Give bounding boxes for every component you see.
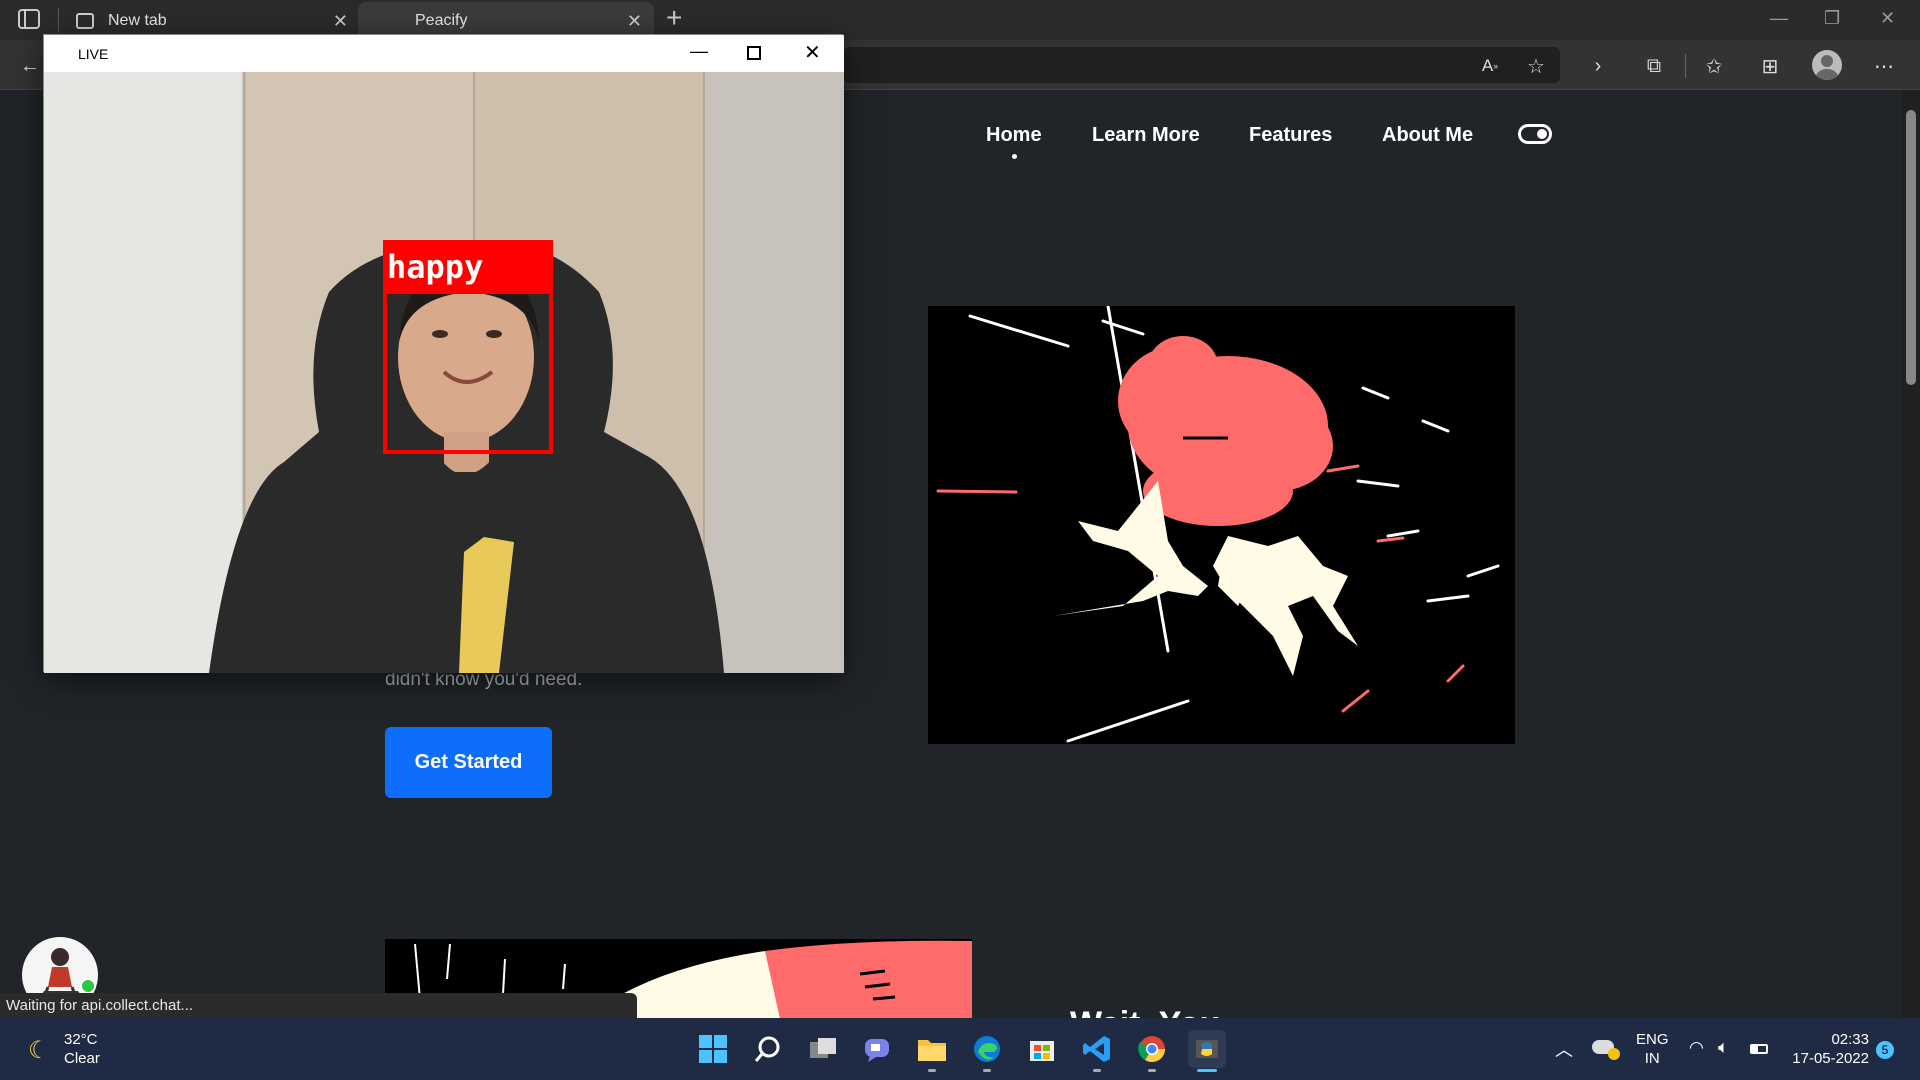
address-bar[interactable] bbox=[844, 47, 1560, 83]
running-indicator bbox=[1148, 1069, 1156, 1072]
clock[interactable]: 02:33 17-05-2022 bbox=[1789, 1030, 1869, 1068]
camera-feed: happy bbox=[44, 72, 844, 673]
extensions-icon[interactable]: ⧉ bbox=[1640, 52, 1668, 80]
nav-about-me[interactable]: About Me bbox=[1382, 124, 1473, 147]
live-camera-window[interactable]: LIVE — ✕ happy bbox=[43, 34, 844, 673]
weather-widget[interactable]: 32°C Clear bbox=[64, 1030, 100, 1068]
scrollbar-thumb[interactable] bbox=[1906, 110, 1916, 385]
battery-icon[interactable] bbox=[1750, 1044, 1768, 1054]
read-aloud-icon[interactable]: A» bbox=[1476, 52, 1504, 80]
restore-icon[interactable]: ❐ bbox=[1824, 8, 1840, 29]
moon-icon: ☾ bbox=[28, 1037, 50, 1064]
wifi-icon[interactable]: ◠ bbox=[1689, 1038, 1704, 1058]
onedrive-warning-icon[interactable] bbox=[1592, 1040, 1620, 1060]
nav-home[interactable]: Home bbox=[986, 124, 1042, 147]
taskbar bbox=[0, 1018, 1920, 1080]
python-icon[interactable] bbox=[1188, 1030, 1226, 1068]
language-line2: IN bbox=[1644, 1050, 1660, 1067]
active-indicator bbox=[1197, 1069, 1217, 1072]
weather-temp: 32°C bbox=[64, 1031, 98, 1048]
chevron-right-icon[interactable]: › bbox=[1584, 52, 1612, 80]
tab-label: Peacify bbox=[415, 12, 468, 29]
minimize-icon[interactable]: — bbox=[1770, 8, 1788, 29]
divider bbox=[58, 8, 59, 32]
close-icon[interactable]: ✕ bbox=[1880, 8, 1895, 29]
close-tab-icon[interactable]: ✕ bbox=[627, 11, 642, 32]
window-title: LIVE bbox=[78, 45, 109, 62]
start-icon[interactable] bbox=[694, 1030, 732, 1068]
volume-icon[interactable]: 🔈︎ bbox=[1718, 1037, 1729, 1058]
window-title-bar[interactable]: LIVE bbox=[44, 35, 844, 72]
tab-actions-icon[interactable] bbox=[18, 9, 40, 29]
nav-features[interactable]: Features bbox=[1249, 124, 1332, 147]
file-explorer-icon[interactable] bbox=[913, 1030, 951, 1068]
collections-icon[interactable]: ⊞ bbox=[1756, 52, 1784, 80]
close-icon[interactable]: ✕ bbox=[804, 40, 821, 65]
teams-chat-icon[interactable] bbox=[858, 1030, 896, 1068]
new-tab-button[interactable]: + bbox=[666, 2, 682, 34]
chevron-up-icon[interactable]: ︿ bbox=[1555, 1036, 1573, 1062]
search-icon[interactable] bbox=[749, 1030, 787, 1068]
language-indicator[interactable]: ENG IN bbox=[1636, 1030, 1669, 1068]
more-icon[interactable]: ⋯ bbox=[1870, 52, 1898, 80]
notification-badge[interactable]: 5 bbox=[1876, 1041, 1894, 1059]
chrome-icon[interactable] bbox=[1133, 1030, 1171, 1068]
online-status-dot bbox=[80, 978, 96, 994]
task-view-icon[interactable] bbox=[804, 1030, 842, 1068]
maximize-icon[interactable] bbox=[747, 46, 761, 60]
theme-toggle[interactable] bbox=[1518, 124, 1552, 144]
running-indicator bbox=[983, 1069, 991, 1072]
divider bbox=[1685, 54, 1686, 78]
favorites-icon[interactable]: ✩ bbox=[1700, 52, 1728, 80]
edge-icon[interactable] bbox=[968, 1030, 1006, 1068]
emotion-label: happy bbox=[387, 248, 484, 286]
minimize-icon[interactable]: — bbox=[690, 41, 708, 62]
close-tab-icon[interactable]: ✕ bbox=[333, 11, 348, 32]
running-indicator bbox=[1093, 1069, 1101, 1072]
profile-icon[interactable] bbox=[1812, 50, 1842, 80]
weather-condition: Clear bbox=[64, 1050, 100, 1067]
language-line1: ENG bbox=[1636, 1031, 1669, 1048]
vscode-icon[interactable] bbox=[1078, 1030, 1116, 1068]
get-started-button[interactable]: Get Started bbox=[385, 727, 552, 798]
clock-date: 17-05-2022 bbox=[1792, 1050, 1869, 1067]
back-icon[interactable]: ← bbox=[16, 52, 44, 80]
active-nav-indicator bbox=[1012, 154, 1017, 159]
favorite-add-icon[interactable]: ☆ bbox=[1522, 52, 1550, 80]
running-indicator bbox=[928, 1069, 936, 1072]
tab-label: New tab bbox=[108, 12, 167, 29]
new-tab-icon bbox=[76, 13, 94, 29]
hero-illustration bbox=[928, 306, 1515, 744]
clock-time: 02:33 bbox=[1831, 1031, 1869, 1048]
store-icon[interactable] bbox=[1023, 1030, 1061, 1068]
nav-learn-more[interactable]: Learn More bbox=[1092, 124, 1200, 147]
browser-status-bar: Waiting for api.collect.chat... bbox=[0, 993, 637, 1019]
